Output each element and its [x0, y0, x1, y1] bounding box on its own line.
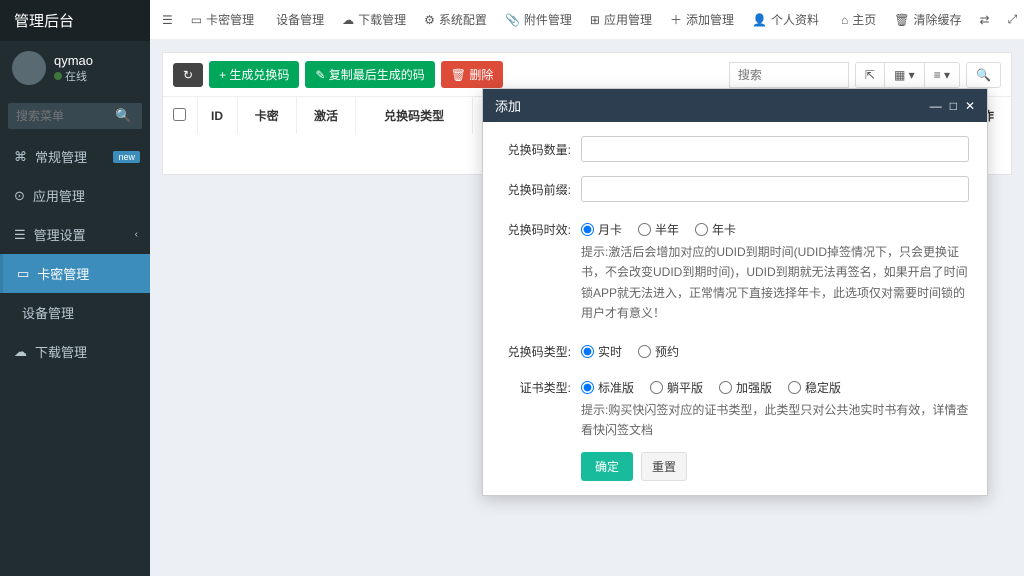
col-activate[interactable]: 激活: [296, 97, 355, 134]
col-card[interactable]: 卡密: [237, 97, 296, 134]
sidebar-search-button[interactable]: 🔍: [105, 103, 142, 129]
generate-code-button[interactable]: + 生成兑换码: [209, 61, 299, 88]
duration-label: 兑换码时效:: [501, 216, 571, 238]
main: ☰ ▭卡密管理 设备管理 ☁下载管理 ⚙系统配置 📎附件管理 ⊞应用管理 ＋添加…: [150, 0, 1024, 576]
sidebar-nav: ⌘常规管理new ⊙应用管理 ☰管理设置‹ ▭卡密管理 设备管理 ☁下载管理: [0, 137, 150, 371]
ok-button[interactable]: 确定: [581, 452, 633, 481]
sidebar-item-card[interactable]: ▭卡密管理: [0, 254, 150, 293]
tab-download[interactable]: ☁下载管理: [335, 11, 413, 28]
expand-icon: ⤢: [1008, 12, 1018, 27]
columns-button[interactable]: ▦ ▾: [885, 63, 925, 87]
circle-icon: ⊙: [14, 188, 25, 204]
user-name: qymao: [54, 53, 93, 68]
menu-icon: ☰: [162, 13, 173, 27]
tab-profile[interactable]: 👤个人资料: [745, 11, 826, 28]
cert-hint: 提示:购买快闪签对应的证书类型，此类型只对公共池实时书有效，详情查看快闪签文档: [581, 400, 969, 441]
modal-header[interactable]: 添加 — □ ✕: [483, 89, 987, 122]
gear-icon: ⚙: [424, 13, 435, 27]
user-status: 在线: [54, 68, 93, 84]
modal-body: 兑换码数量: 兑换码前缀: 兑换码时效: 月卡 半年 年卡: [483, 122, 987, 442]
select-all-checkbox[interactable]: [173, 108, 186, 121]
modal-title: 添加: [495, 96, 521, 115]
dashboard-icon: ⌘: [14, 149, 27, 165]
tab-card[interactable]: ▭卡密管理: [184, 11, 261, 28]
qty-label: 兑换码数量:: [501, 136, 571, 158]
tab-sysconfig[interactable]: ⚙系统配置: [417, 11, 494, 28]
cert-stable[interactable]: 稳定版: [788, 379, 841, 396]
card-icon: ▭: [191, 13, 202, 27]
cert-standard[interactable]: 标准版: [581, 379, 634, 396]
table-search-input[interactable]: [729, 62, 849, 88]
cert-label: 证书类型:: [501, 374, 571, 396]
sidebar-item-download[interactable]: ☁下载管理: [0, 332, 150, 371]
tab-device[interactable]: 设备管理: [265, 11, 331, 28]
home-link[interactable]: ⌂主页: [834, 11, 883, 28]
avatar: [12, 51, 46, 85]
lang-icon: ⇄: [980, 13, 990, 27]
search-button-group: 🔍: [966, 62, 1001, 88]
qty-input[interactable]: [581, 136, 969, 162]
user-panel: qymao 在线: [0, 41, 150, 95]
minimize-icon[interactable]: —: [930, 99, 942, 113]
sidebar-item-app[interactable]: ⊙应用管理: [0, 176, 150, 215]
add-modal: 添加 — □ ✕ 兑换码数量: 兑换码前缀:: [482, 88, 988, 496]
fullscreen-toggle[interactable]: ⤢: [1001, 12, 1024, 27]
topbar: ☰ ▭卡密管理 设备管理 ☁下载管理 ⚙系统配置 📎附件管理 ⊞应用管理 ＋添加…: [150, 0, 1024, 40]
status-dot-icon: [54, 72, 62, 80]
type-reserve[interactable]: 预约: [638, 343, 679, 360]
tab-attachment[interactable]: 📎附件管理: [498, 11, 579, 28]
close-icon[interactable]: ✕: [965, 99, 975, 113]
duration-year[interactable]: 年卡: [695, 221, 736, 238]
prefix-input[interactable]: [581, 176, 969, 202]
more-button[interactable]: ≡ ▾: [925, 63, 959, 87]
refresh-icon: ↻: [183, 68, 193, 82]
export-button[interactable]: ⇱: [856, 63, 885, 87]
maximize-icon[interactable]: □: [950, 99, 957, 113]
brand: 管理后台: [0, 0, 150, 41]
cloud-icon: ☁: [14, 344, 27, 360]
modal-footer: 确定 重置: [483, 442, 987, 495]
lang-toggle[interactable]: ⇄: [973, 13, 997, 27]
delete-button[interactable]: 🗑 删除: [441, 61, 504, 88]
sidebar: 管理后台 qymao 在线 🔍 ⌘常规管理new ⊙应用管理 ☰管理设置‹ ▭卡…: [0, 0, 150, 576]
cert-strong[interactable]: 加强版: [719, 379, 772, 396]
col-codetype[interactable]: 兑换码类型: [356, 97, 473, 134]
clear-cache[interactable]: 🗑清除缓存: [887, 11, 968, 28]
view-buttons: ⇱ ▦ ▾ ≡ ▾: [855, 62, 960, 88]
attachment-icon: 📎: [505, 13, 520, 27]
search-button[interactable]: 🔍: [967, 63, 1000, 87]
refresh-button[interactable]: ↻: [173, 63, 203, 87]
cloud-icon: ☁: [342, 13, 354, 27]
grid-icon: ⊞: [590, 13, 600, 27]
plus-icon: ＋: [670, 11, 682, 28]
duration-hint: 提示:激活后会增加对应的UDID到期时间(UDID掉签情况下，只会更换证书，不会…: [581, 242, 969, 324]
tab-app[interactable]: ⊞应用管理: [583, 11, 659, 28]
duration-halfyear[interactable]: 半年: [638, 221, 679, 238]
new-badge: new: [113, 151, 140, 163]
select-all-header: [163, 97, 197, 134]
col-id[interactable]: ID: [197, 97, 237, 134]
sidebar-search: 🔍: [8, 103, 142, 129]
card-icon: ▭: [17, 266, 29, 282]
home-icon: ⌂: [841, 13, 848, 27]
sidebar-search-input[interactable]: [8, 103, 105, 129]
type-realtime[interactable]: 实时: [581, 343, 622, 360]
copy-last-button[interactable]: ✎ 复制最后生成的码: [305, 61, 434, 88]
prefix-label: 兑换码前缀:: [501, 176, 571, 198]
sidebar-item-settings[interactable]: ☰管理设置‹: [0, 215, 150, 254]
sidebar-toggle[interactable]: ☰: [160, 13, 180, 27]
list-icon: ☰: [14, 227, 26, 243]
type-label: 兑换码类型:: [501, 338, 571, 360]
chevron-left-icon: ‹: [135, 229, 138, 240]
reset-button[interactable]: 重置: [641, 452, 687, 481]
tab-addmgmt[interactable]: ＋添加管理: [663, 11, 741, 28]
content: ↻ + 生成兑换码 ✎ 复制最后生成的码 🗑 删除 ⇱ ▦ ▾ ≡ ▾ 🔍: [150, 40, 1024, 576]
sidebar-item-device[interactable]: 设备管理: [0, 293, 150, 332]
cert-lay[interactable]: 躺平版: [650, 379, 703, 396]
user-icon: 👤: [752, 13, 767, 27]
sidebar-item-general[interactable]: ⌘常规管理new: [0, 137, 150, 176]
duration-month[interactable]: 月卡: [581, 221, 622, 238]
trash-icon: 🗑: [894, 13, 909, 27]
